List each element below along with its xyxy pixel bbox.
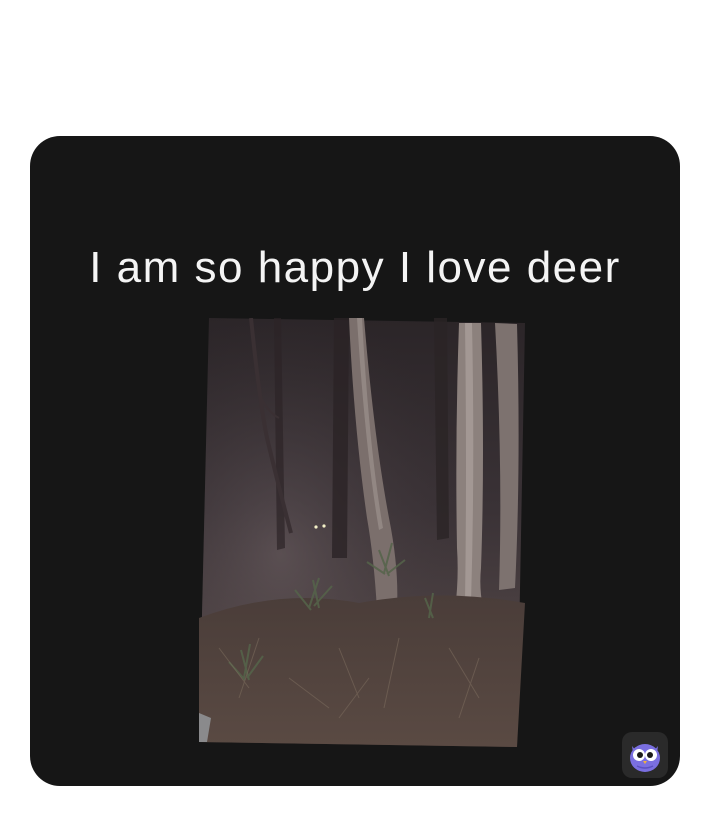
forest-photo[interactable] <box>199 318 525 747</box>
meme-caption: I am so happy I love deer <box>89 243 621 292</box>
owl-icon <box>622 732 668 778</box>
